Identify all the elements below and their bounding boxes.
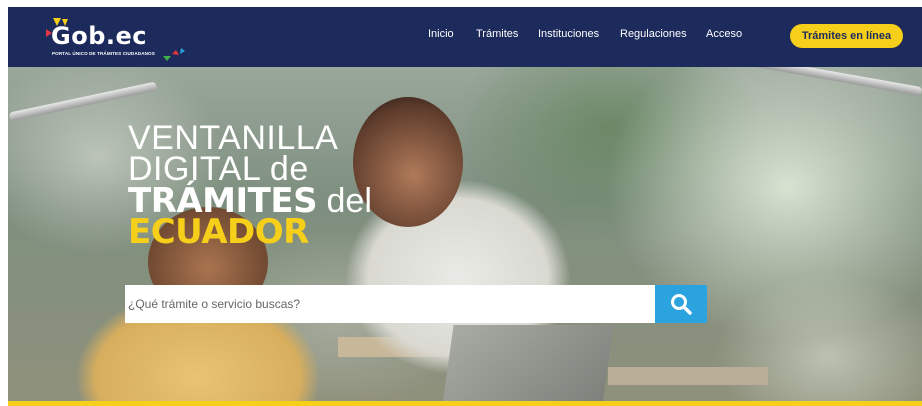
search-button[interactable] — [655, 285, 707, 323]
laptop-photo — [442, 325, 614, 401]
nav-inicio[interactable]: Inicio — [428, 28, 454, 40]
site-header: Gob.ec PORTAL ÚNICO DE TRÁMITES CIUDADAN… — [8, 7, 922, 67]
tramites-en-linea-button[interactable]: Trámites en línea — [790, 24, 903, 48]
stair-step — [608, 367, 768, 385]
hero-banner: VENTANILLA DIGITAL de TRÁMITES del ECUAD… — [8, 67, 922, 401]
nav-acceso[interactable]: Acceso — [706, 28, 742, 40]
search-input[interactable] — [125, 285, 628, 323]
hero-headline: VENTANILLA DIGITAL de TRÁMITES del ECUAD… — [128, 121, 372, 252]
logo-text: Gob.ec — [51, 22, 147, 50]
headline-del: del — [317, 181, 372, 220]
headline-line-4: ECUADOR — [128, 211, 309, 252]
search-icon — [671, 294, 692, 315]
nav-instituciones[interactable]: Instituciones — [538, 28, 599, 40]
logo-subtitle: PORTAL ÚNICO DE TRÁMITES CIUDADANOS — [52, 51, 155, 56]
hero-bottom-accent — [8, 401, 922, 406]
gobec-logo[interactable]: Gob.ec PORTAL ÚNICO DE TRÁMITES CIUDADAN… — [38, 15, 188, 61]
nav-tramites[interactable]: Trámites — [476, 28, 518, 40]
search-box — [125, 285, 655, 323]
page: Gob.ec PORTAL ÚNICO DE TRÁMITES CIUDADAN… — [0, 0, 922, 406]
nav-regulaciones[interactable]: Regulaciones — [620, 28, 687, 40]
